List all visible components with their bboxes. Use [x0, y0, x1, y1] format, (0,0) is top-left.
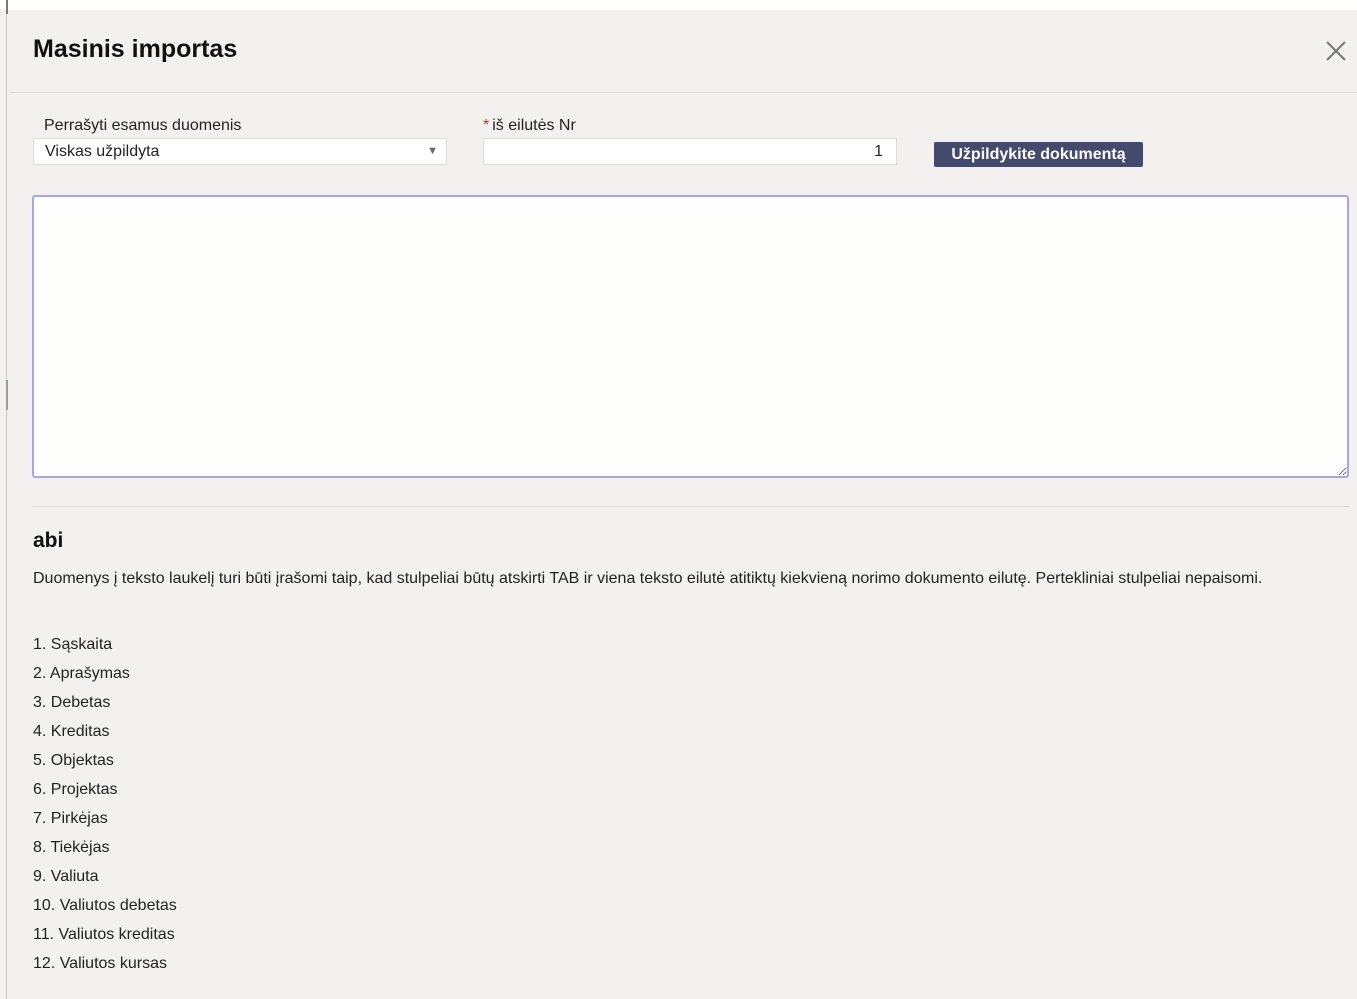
list-item: 9. Valiuta [33, 868, 99, 885]
dialog-header: Masinis importas [10, 10, 1357, 93]
row-number-label: * iš eilutės Nr [483, 117, 576, 135]
overwrite-select[interactable]: Viskas užpildyta ▼ [33, 138, 447, 165]
list-item: 12. Valiutos kursas [33, 955, 167, 972]
overwrite-select-value: Viskas užpildyta [45, 143, 160, 160]
columns-list: 1. Sąskaita 2. Aprašymas 3. Debetas 4. K… [33, 636, 177, 984]
list-item: 6. Projektas [33, 781, 118, 798]
left-edge-marker [6, 380, 8, 410]
row-number-input[interactable] [483, 138, 897, 165]
list-item: 11. Valiutos kreditas [33, 926, 175, 943]
list-item: 3. Debetas [33, 694, 111, 711]
list-item: 8. Tiekėjas [33, 839, 110, 856]
fill-document-button[interactable]: Užpildykite dokumentą [934, 142, 1143, 167]
required-marker: * [483, 117, 490, 134]
list-item: 5. Objektas [33, 752, 114, 769]
section-divider [32, 506, 1349, 507]
page-top-strip [0, 0, 1357, 10]
help-description: Duomenys į teksto laukelį turi būti įraš… [33, 570, 1263, 587]
close-icon[interactable] [1324, 39, 1348, 63]
help-heading: abi [33, 529, 64, 552]
list-item: 4. Kreditas [33, 723, 110, 740]
list-item: 2. Aprašymas [33, 665, 130, 682]
list-item: 7. Pirkėjas [33, 810, 108, 827]
overwrite-label: Perrašyti esamus duomenis [44, 117, 242, 134]
dialog-title: Masinis importas [33, 35, 238, 63]
left-edge-border [6, 0, 7, 999]
row-number-label-text: iš eilutės Nr [492, 117, 576, 134]
left-edge-marker [6, 0, 8, 14]
list-item: 1. Sąskaita [33, 636, 113, 653]
import-textarea[interactable] [32, 195, 1349, 478]
list-item: 10. Valiutos debetas [33, 897, 177, 914]
mass-import-dialog: Masinis importas Perrašyti esamus duomen… [10, 10, 1357, 999]
dropdown-arrow-icon: ▼ [427, 145, 438, 157]
